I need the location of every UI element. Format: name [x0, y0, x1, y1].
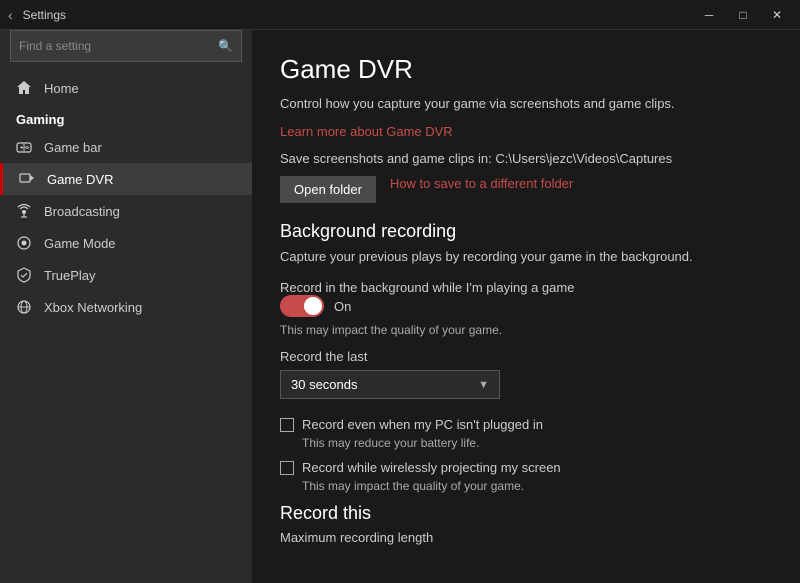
background-section-title: Background recording — [280, 221, 772, 242]
page-title: Game DVR — [280, 54, 772, 85]
checkbox-wireless-row: Record while wirelessly projecting my sc… — [280, 460, 772, 475]
trueplay-icon — [16, 267, 32, 283]
record-last-dropdown[interactable]: 30 seconds ▼ — [280, 370, 500, 399]
sidebar-item-gamemode[interactable]: Game Mode — [0, 227, 252, 259]
toggle-setting-label: Record in the background while I'm playi… — [280, 280, 772, 295]
sidebar-item-broadcasting-label: Broadcasting — [44, 204, 120, 219]
record-last-dropdown-row: 30 seconds ▼ — [280, 370, 772, 399]
search-input[interactable] — [19, 39, 218, 53]
sidebar-item-home[interactable]: Home — [0, 72, 252, 104]
search-box[interactable]: 🔍 — [10, 30, 242, 62]
checkbox-pluggedin-label: Record even when my PC isn't plugged in — [302, 417, 543, 432]
checkbox-wireless-label: Record while wirelessly projecting my sc… — [302, 460, 561, 475]
record-this-title: Record this — [280, 503, 772, 524]
sidebar-item-gamebar-label: Game bar — [44, 140, 102, 155]
toggle-row: On — [280, 295, 772, 317]
gamemode-icon — [16, 235, 32, 251]
toggle-knob — [304, 297, 322, 315]
broadcasting-icon — [16, 203, 32, 219]
checkbox-wireless-note: This may impact the quality of your game… — [302, 479, 772, 493]
background-section-desc: Capture your previous plays by recording… — [280, 248, 772, 266]
titlebar: ‹ Settings ─ □ ✕ — [0, 0, 800, 30]
learn-more-link[interactable]: Learn more about Game DVR — [280, 124, 453, 139]
main-layout: 🔍 Home Gaming — [0, 30, 800, 583]
minimize-button[interactable]: ─ — [694, 5, 724, 25]
gamebar-icon — [16, 139, 32, 155]
sidebar-item-gamedvr-label: Game DVR — [47, 172, 113, 187]
search-icon: 🔍 — [218, 39, 233, 53]
close-button[interactable]: ✕ — [762, 5, 792, 25]
sidebar-item-home-label: Home — [44, 81, 79, 96]
sidebar-section-label: Gaming — [0, 104, 252, 131]
titlebar-title: Settings — [23, 8, 694, 22]
max-recording-label: Maximum recording length — [280, 530, 772, 545]
checkbox-pluggedin[interactable] — [280, 418, 294, 432]
sidebar-item-gamemode-label: Game Mode — [44, 236, 116, 251]
chevron-down-icon: ▼ — [478, 379, 489, 391]
save-different-link[interactable]: How to save to a different folder — [390, 176, 573, 191]
save-path-text: Save screenshots and game clips in: C:\U… — [280, 151, 772, 166]
xboxnetworking-icon — [16, 299, 32, 315]
toggle-state-label: On — [334, 299, 351, 314]
maximize-button[interactable]: □ — [728, 5, 758, 25]
sidebar-item-trueplay[interactable]: TruePlay — [0, 259, 252, 291]
open-folder-button[interactable]: Open folder — [280, 176, 376, 203]
checkbox-pluggedin-row: Record even when my PC isn't plugged in — [280, 417, 772, 432]
home-icon — [16, 80, 32, 96]
sidebar: 🔍 Home Gaming — [0, 30, 252, 583]
page-description: Control how you capture your game via sc… — [280, 95, 772, 113]
sidebar-item-broadcasting[interactable]: Broadcasting — [0, 195, 252, 227]
sidebar-item-xboxnetworking-label: Xbox Networking — [44, 300, 142, 315]
checkbox-wireless[interactable] — [280, 461, 294, 475]
toggle-note: This may impact the quality of your game… — [280, 323, 772, 337]
back-button[interactable]: ‹ — [8, 7, 13, 23]
background-recording-toggle[interactable] — [280, 295, 324, 317]
sidebar-item-xboxnetworking[interactable]: Xbox Networking — [0, 291, 252, 323]
window-controls: ─ □ ✕ — [694, 5, 792, 25]
dropdown-value: 30 seconds — [291, 377, 358, 392]
sidebar-item-gamebar[interactable]: Game bar — [0, 131, 252, 163]
content-area: Game DVR Control how you capture your ga… — [252, 30, 800, 583]
sidebar-item-gamedvr[interactable]: Game DVR — [0, 163, 252, 195]
gamedvr-icon — [19, 171, 35, 187]
checkbox-pluggedin-note: This may reduce your battery life. — [302, 436, 772, 450]
sidebar-item-trueplay-label: TruePlay — [44, 268, 96, 283]
record-last-label: Record the last — [280, 349, 772, 364]
folder-btn-row: Open folder How to save to a different f… — [280, 176, 772, 203]
